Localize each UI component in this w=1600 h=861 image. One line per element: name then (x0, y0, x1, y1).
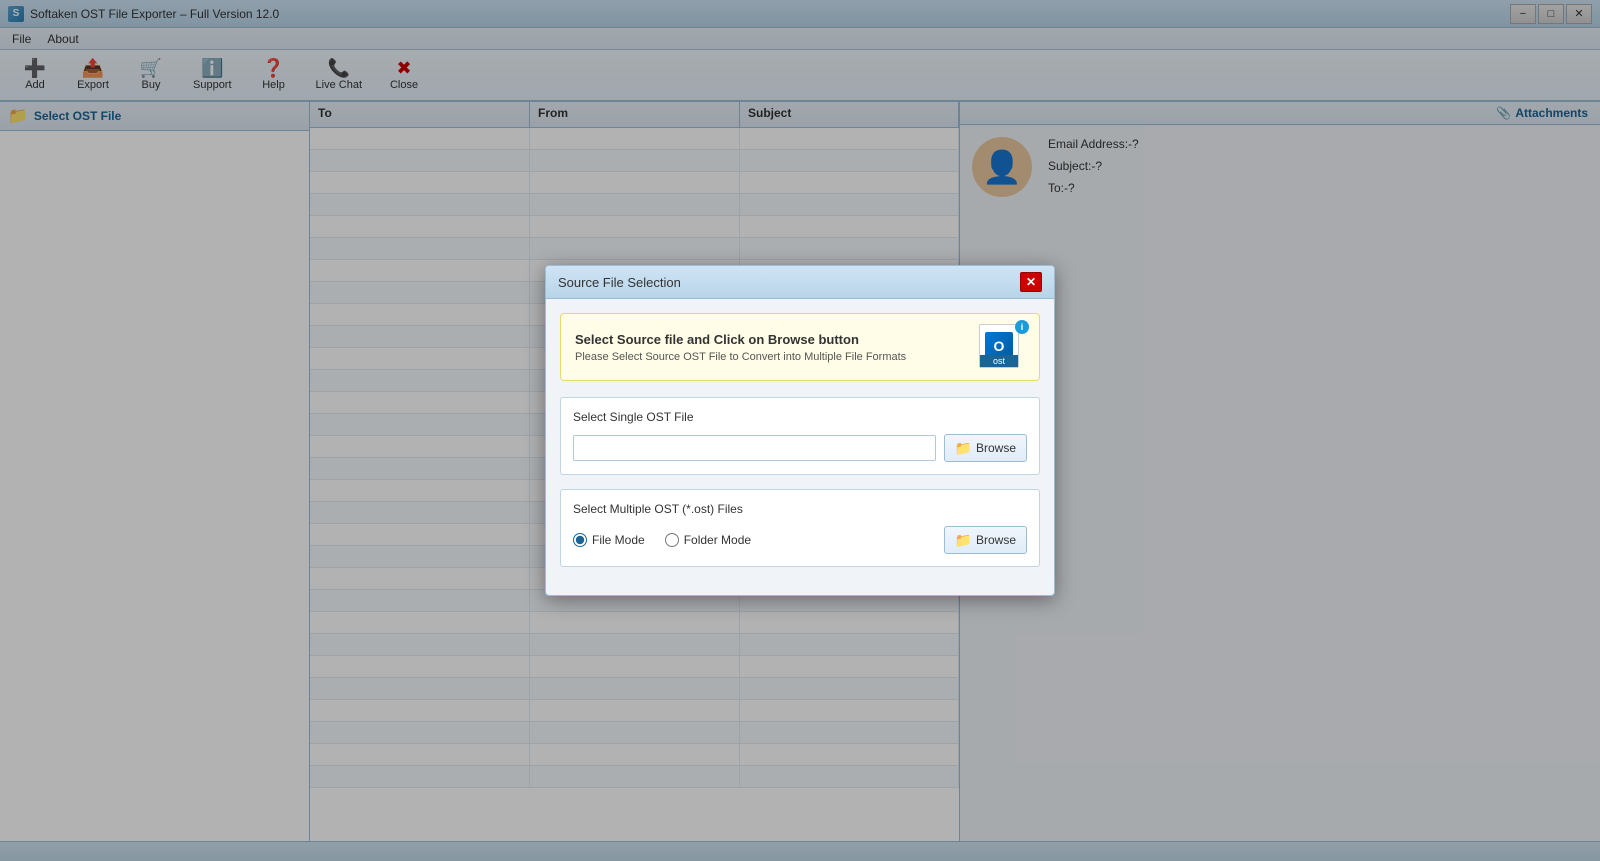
dialog-close-button[interactable]: ✕ (1020, 272, 1042, 292)
folder-mode-label: Folder Mode (684, 533, 751, 547)
ost-icon-bg: O ost (979, 324, 1019, 368)
single-ost-section: Select Single OST File 📁 Browse (560, 397, 1040, 475)
multiple-ost-row: File Mode Folder Mode 📁 Browse (573, 526, 1027, 554)
ost-file-icon: O ost i (979, 324, 1025, 370)
ost-label: ost (980, 355, 1018, 367)
file-mode-radio[interactable] (573, 533, 587, 547)
ost-badge: i (1015, 320, 1029, 334)
info-banner: Select Source file and Click on Browse b… (560, 313, 1040, 381)
single-ost-input[interactable] (573, 435, 936, 461)
multiple-browse-button[interactable]: 📁 Browse (944, 526, 1027, 554)
dialog-body: Select Source file and Click on Browse b… (546, 299, 1054, 595)
browse-icon-single: 📁 (955, 440, 972, 457)
multiple-ost-title: Select Multiple OST (*.ost) Files (573, 502, 1027, 516)
info-banner-title: Select Source file and Click on Browse b… (575, 332, 965, 347)
info-banner-subtitle: Please Select Source OST File to Convert… (575, 351, 965, 363)
single-browse-label: Browse (976, 441, 1016, 455)
folder-mode-option[interactable]: Folder Mode (665, 533, 751, 547)
folder-mode-radio[interactable] (665, 533, 679, 547)
modal-overlay: Source File Selection ✕ Select Source fi… (0, 0, 1600, 861)
multiple-browse-label: Browse (976, 533, 1016, 547)
multiple-ost-section: Select Multiple OST (*.ost) Files File M… (560, 489, 1040, 567)
dialog-title: Source File Selection (558, 275, 681, 290)
browse-icon-multiple: 📁 (955, 532, 972, 549)
dialog-title-bar: Source File Selection ✕ (546, 266, 1054, 299)
info-banner-text: Select Source file and Click on Browse b… (575, 332, 965, 363)
single-ost-title: Select Single OST File (573, 410, 1027, 424)
file-mode-label: File Mode (592, 533, 645, 547)
single-ost-row: 📁 Browse (573, 434, 1027, 462)
radio-group: File Mode Folder Mode (573, 533, 751, 547)
single-browse-button[interactable]: 📁 Browse (944, 434, 1027, 462)
file-mode-option[interactable]: File Mode (573, 533, 645, 547)
source-file-dialog: Source File Selection ✕ Select Source fi… (545, 265, 1055, 596)
